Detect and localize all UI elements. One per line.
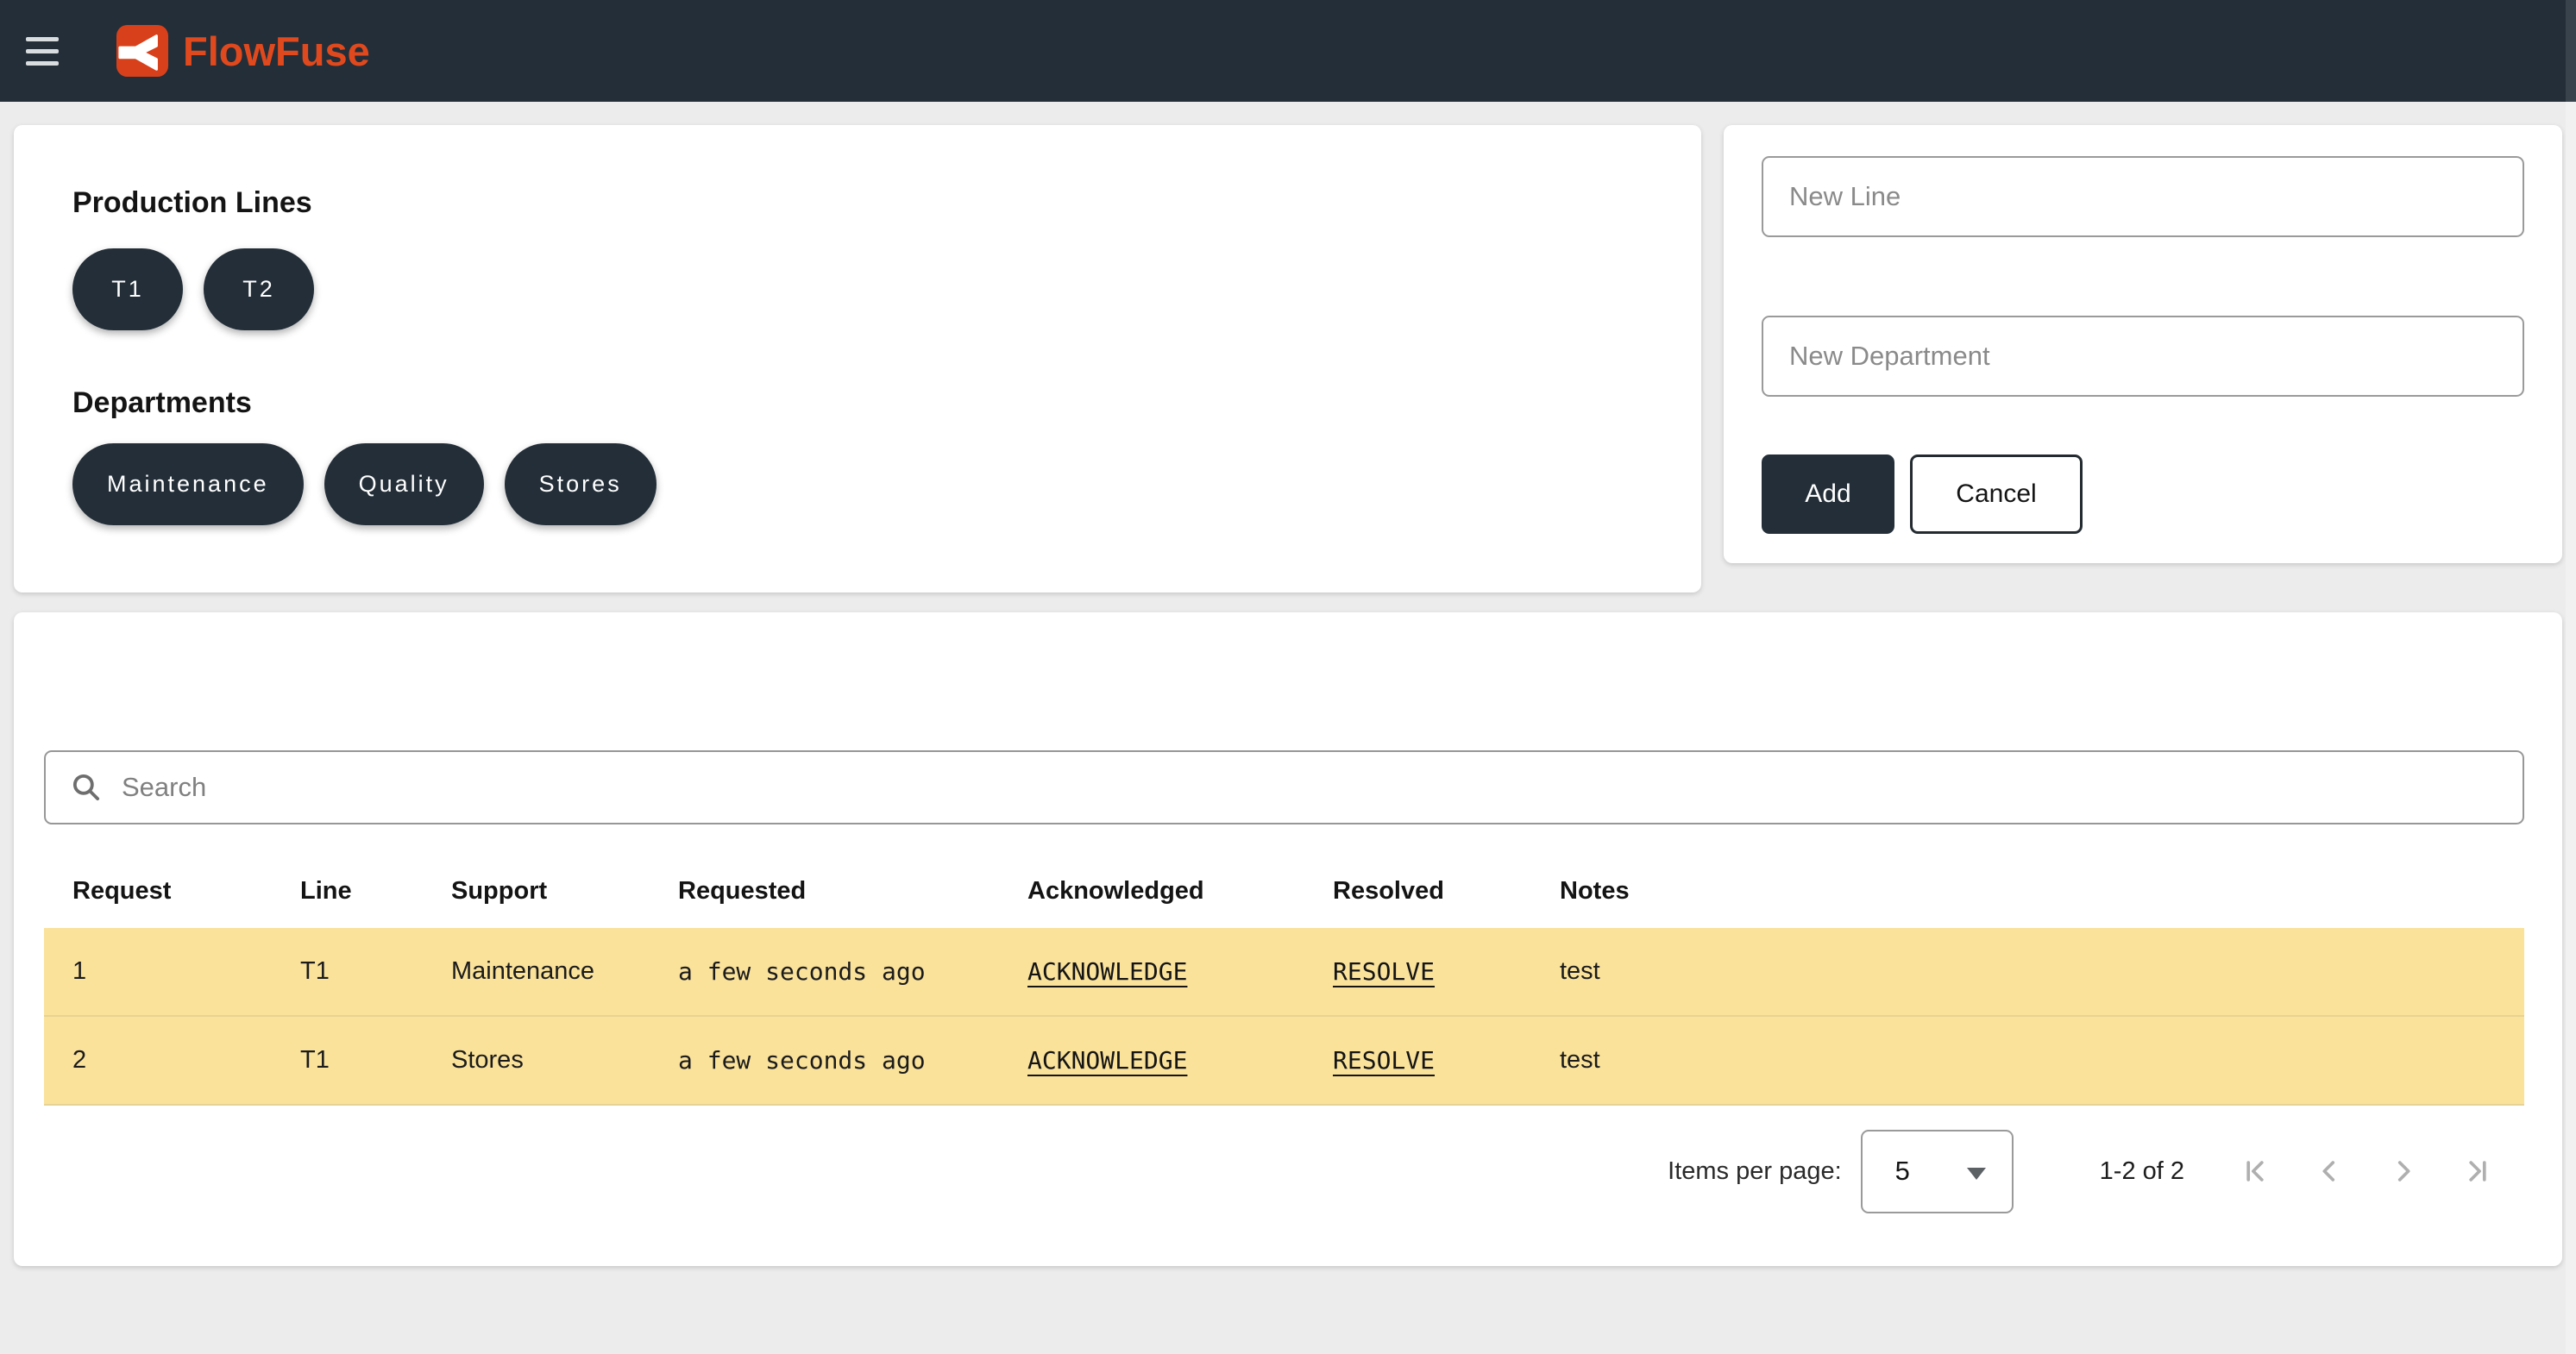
column-header-support: Support <box>423 877 650 906</box>
column-header-requested: Requested <box>650 877 999 906</box>
caret-down-icon <box>1967 1168 1986 1180</box>
menu-button[interactable] <box>26 34 60 68</box>
scrollbar-header-strip <box>2566 0 2576 102</box>
requests-table-card: Request Line Support Requested Acknowled… <box>14 612 2562 1266</box>
pagination-controls <box>2240 1156 2493 1187</box>
next-page-button[interactable] <box>2388 1156 2419 1187</box>
column-header-acknowledged: Acknowledged <box>999 877 1304 906</box>
resolve-link[interactable]: RESOLVE <box>1333 1046 1435 1075</box>
production-lines-title: Production Lines <box>72 185 1701 221</box>
cancel-button[interactable]: Cancel <box>1910 454 2083 534</box>
chip-t1[interactable]: T1 <box>72 248 183 330</box>
cell-notes: test <box>1531 957 2524 986</box>
column-header-notes: Notes <box>1531 877 2524 906</box>
chip-quality[interactable]: Quality <box>324 443 484 525</box>
cell-support: Stores <box>423 1046 650 1075</box>
form-buttons: Add Cancel <box>1762 454 2524 534</box>
search-bar <box>44 750 2524 824</box>
cell-requested: a few seconds ago <box>650 1046 999 1075</box>
magnifier-icon <box>70 771 103 804</box>
new-line-input[interactable] <box>1762 156 2524 237</box>
items-per-page-label: Items per page: <box>1668 1157 1842 1186</box>
first-page-button[interactable] <box>2240 1156 2271 1187</box>
hamburger-icon <box>26 37 59 41</box>
cell-request: 1 <box>44 957 272 986</box>
previous-page-button[interactable] <box>2314 1156 2345 1187</box>
column-header-line: Line <box>272 877 423 906</box>
last-page-icon <box>2463 1157 2492 1186</box>
chip-t2[interactable]: T2 <box>204 248 314 330</box>
new-department-input[interactable] <box>1762 316 2524 397</box>
items-per-page-select[interactable]: 5 <box>1861 1130 2014 1213</box>
app-header: FlowFuse <box>0 0 2576 102</box>
chevron-left-icon <box>2315 1157 2344 1186</box>
app-title: FlowFuse <box>183 28 370 75</box>
search-input[interactable] <box>122 752 2523 823</box>
table-body: 1 T1 Maintenance a few seconds ago ACKNO… <box>44 928 2524 1106</box>
department-chip-row: Maintenance Quality Stores <box>72 443 1701 525</box>
add-button[interactable]: Add <box>1762 454 1894 534</box>
line-chip-row: T1 T2 <box>72 248 1701 330</box>
resolve-link[interactable]: RESOLVE <box>1333 957 1435 986</box>
table-footer: Items per page: 5 1-2 of 2 <box>1668 1128 2493 1214</box>
cell-requested: a few seconds ago <box>650 957 999 986</box>
items-per-page-value: 5 <box>1895 1156 1910 1187</box>
page-range-label: 1-2 of 2 <box>2100 1157 2184 1186</box>
acknowledge-link[interactable]: ACKNOWLEDGE <box>1027 957 1187 986</box>
cell-notes: test <box>1531 1046 2524 1075</box>
add-form-card: Add Cancel <box>1724 125 2562 563</box>
departments-title: Departments <box>72 386 1701 421</box>
chip-stores[interactable]: Stores <box>505 443 657 525</box>
flowfuse-logo: FlowFuse <box>116 24 370 78</box>
cell-support: Maintenance <box>423 957 650 986</box>
cell-line: T1 <box>272 957 423 986</box>
scrollbar-track[interactable] <box>2566 102 2576 1354</box>
table-row: 1 T1 Maintenance a few seconds ago ACKNO… <box>44 928 2524 1017</box>
table-row: 2 T1 Stores a few seconds ago ACKNOWLEDG… <box>44 1017 2524 1106</box>
acknowledge-link[interactable]: ACKNOWLEDGE <box>1027 1046 1187 1075</box>
table-header-row: Request Line Support Requested Acknowled… <box>44 854 2524 928</box>
production-lines-card: Production Lines T1 T2 Departments Maint… <box>14 125 1701 592</box>
cell-request: 2 <box>44 1046 272 1075</box>
last-page-button[interactable] <box>2462 1156 2493 1187</box>
cell-line: T1 <box>272 1046 423 1075</box>
column-header-resolved: Resolved <box>1304 877 1531 906</box>
flowfuse-logo-icon <box>116 24 169 78</box>
chip-maintenance[interactable]: Maintenance <box>72 443 304 525</box>
chevron-right-icon <box>2389 1157 2418 1186</box>
first-page-icon <box>2240 1157 2270 1186</box>
column-header-request: Request <box>44 877 272 906</box>
